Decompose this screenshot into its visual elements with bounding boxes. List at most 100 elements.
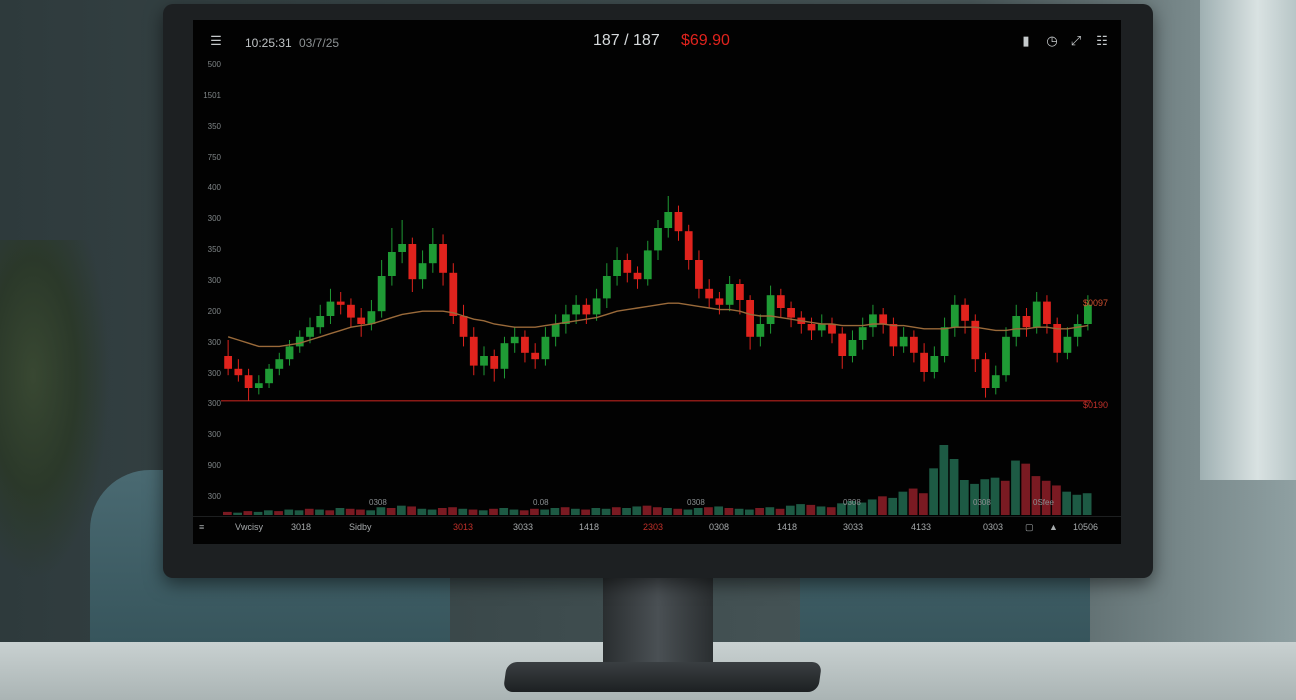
timeline-label: 4133	[911, 522, 932, 532]
candle-body	[480, 356, 488, 366]
candle-body	[664, 212, 673, 228]
bottom-timeline-bar: ≡ Vwcisy 3018 Sidby 3013 3033 1418 2303 …	[193, 516, 1121, 539]
timeline-label: 0303	[983, 522, 1004, 532]
volume-bar	[437, 508, 447, 515]
timeline-label: 3013	[453, 522, 474, 532]
candle-body	[828, 324, 836, 334]
candle-body	[1002, 336, 1010, 376]
layout-icon[interactable]: ☷	[1095, 34, 1109, 48]
volume-bar	[1062, 491, 1072, 515]
volume-bar	[1082, 493, 1092, 515]
candle-body	[838, 333, 847, 356]
volume-bar	[458, 508, 468, 515]
candle-body	[940, 327, 949, 356]
volume-bar	[530, 508, 539, 515]
candle-body	[285, 346, 294, 360]
volume-bar	[294, 510, 304, 515]
price-axis-tick: 750	[207, 152, 221, 162]
candle-body	[817, 324, 826, 331]
clock-icon[interactable]: ◷	[1045, 34, 1059, 48]
timeline-icon[interactable]: ≡	[199, 522, 204, 532]
candle-body	[1022, 316, 1031, 328]
volume-bar	[233, 512, 242, 515]
timeline-label: 3018	[291, 522, 312, 532]
candle-body	[582, 304, 591, 315]
volume-bar	[253, 511, 263, 515]
volume-bar	[693, 508, 703, 515]
candle-body	[469, 336, 478, 366]
candle-body	[776, 295, 785, 308]
candle-body	[950, 304, 959, 328]
volume-bar	[929, 468, 938, 515]
candle-body	[326, 301, 335, 316]
candle-body	[899, 336, 908, 347]
sub-label: 0308	[973, 498, 991, 507]
trading-screen: ☰ 10:25:31 03/7/25 187 / 187 $69.90 ▮ ◷ …	[193, 20, 1121, 544]
volume-bar	[1031, 476, 1041, 515]
timeline-label: 0308	[709, 522, 730, 532]
candle-body	[500, 343, 509, 369]
candle-body	[408, 244, 417, 280]
volume-bar	[704, 507, 713, 515]
price-axis-tick: 350	[207, 245, 221, 255]
candle-body	[510, 336, 519, 344]
bookmark-icon[interactable]: ▮	[1019, 34, 1033, 48]
volume-bar	[775, 508, 785, 515]
timeline-label: 1418	[777, 522, 798, 532]
price-axis-tick: 400	[207, 183, 221, 193]
candle-body	[848, 340, 857, 356]
candlestick-chart[interactable]	[221, 60, 1111, 530]
candle-body	[367, 311, 376, 324]
candle-body	[643, 250, 652, 280]
candle-body	[592, 298, 601, 315]
candle-body	[551, 324, 560, 337]
volume-bar	[826, 507, 836, 515]
volume-bar	[806, 504, 816, 515]
candle-body	[674, 212, 683, 232]
volume-bar	[386, 508, 396, 515]
volume-bar	[601, 508, 611, 515]
candle-body	[459, 316, 468, 337]
candle-body	[490, 356, 499, 369]
volume-bar	[959, 480, 969, 515]
volume-bar	[550, 508, 560, 515]
monitor-stand-base	[502, 662, 823, 692]
timeline-label: Vwcisy	[235, 522, 264, 532]
timeline-label: Sidby	[349, 522, 372, 532]
volume-bar	[652, 507, 662, 515]
candle-body	[275, 359, 284, 369]
volume-bar	[898, 491, 908, 515]
volume-bar	[345, 508, 355, 515]
volume-bar	[366, 510, 376, 515]
chat-icon[interactable]: ▢	[1025, 522, 1034, 533]
volume-bar	[1072, 494, 1082, 515]
candle-body	[418, 263, 427, 280]
price-change: $69.90	[681, 32, 730, 49]
candle-body	[398, 244, 407, 252]
candle-body	[347, 304, 355, 318]
timeline-label: 3033	[513, 522, 534, 532]
candle-body	[1063, 336, 1072, 353]
volume-bar	[755, 508, 764, 515]
menu-icon[interactable]: ☰	[209, 34, 223, 48]
candle-body	[715, 298, 724, 305]
top-toolbar: ☰ 10:25:31 03/7/25 187 / 187 $69.90 ▮ ◷ …	[193, 20, 1121, 64]
price-axis-tick: 500	[207, 60, 221, 69]
candle-body	[705, 288, 714, 299]
candle-body	[1012, 316, 1021, 337]
candle-body	[224, 356, 233, 369]
price-axis-tick: 200	[207, 306, 221, 316]
volume-bar	[274, 511, 283, 515]
candle-body	[858, 327, 867, 340]
sub-label: 0308	[369, 498, 387, 507]
price-axis-tick: 300	[207, 276, 221, 285]
expand-icon[interactable]: ⤢	[1069, 34, 1083, 48]
candle-body	[254, 383, 263, 388]
candle-body	[265, 368, 273, 384]
volume-bar	[919, 493, 928, 515]
candle-body	[1043, 301, 1051, 324]
timeline-label: 10506	[1073, 522, 1099, 532]
candle-body	[1032, 301, 1041, 328]
volume-bar	[356, 509, 365, 515]
alert-icon[interactable]: ▲	[1049, 522, 1058, 532]
